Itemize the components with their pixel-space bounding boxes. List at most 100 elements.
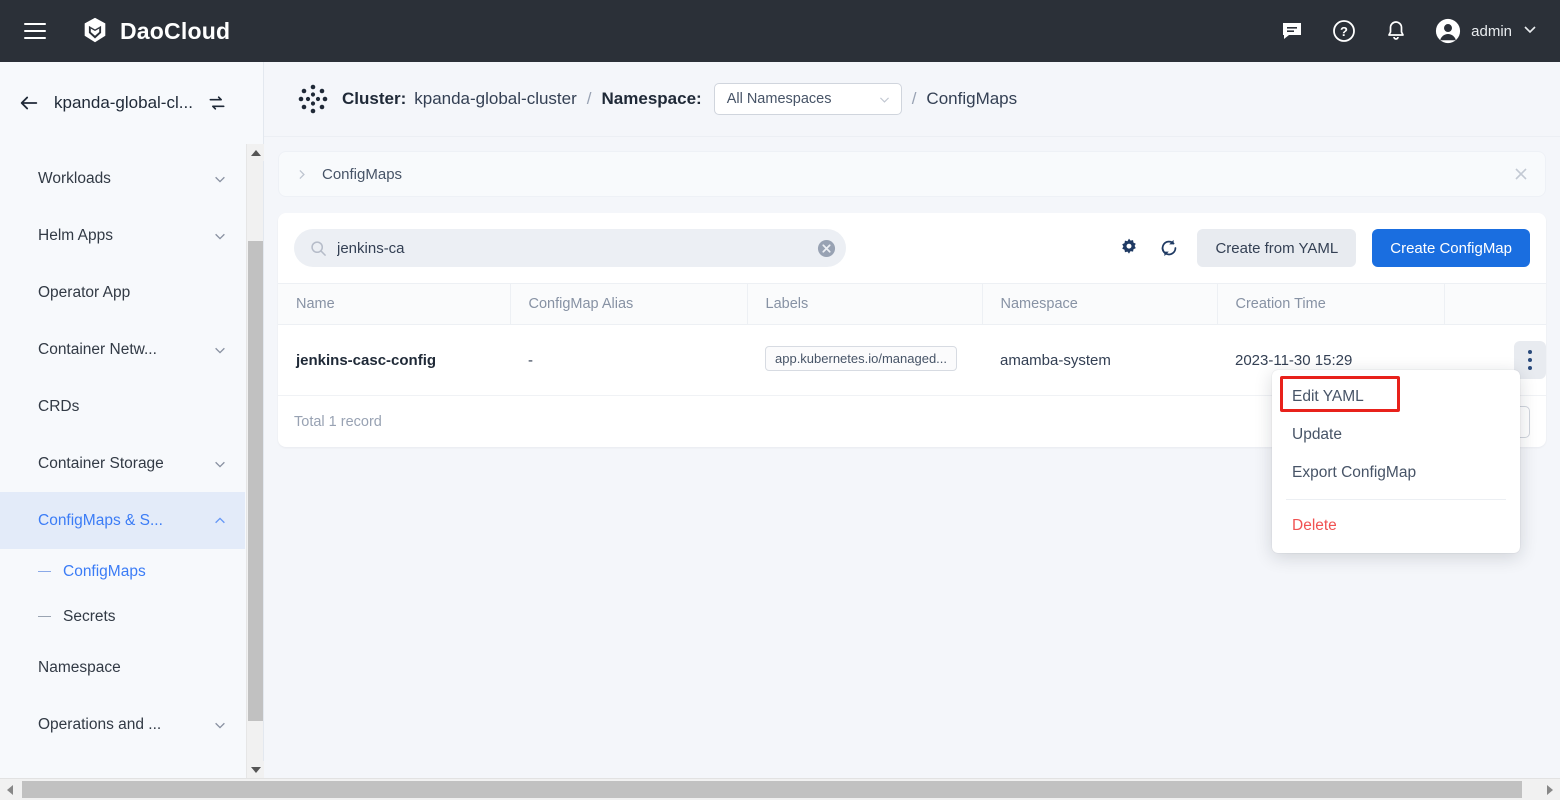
scrollbar-thumb[interactable]: [248, 241, 263, 721]
column-header-namespace[interactable]: Namespace: [982, 284, 1217, 325]
column-header-configmap-alias[interactable]: ConfigMap Alias: [510, 284, 747, 325]
configmaps-collapse-panel: ConfigMaps: [278, 151, 1546, 197]
sidebar-item-label: Container Storage: [38, 455, 213, 473]
toolbar-actions: Create from YAML Create ConfigMap: [1117, 229, 1530, 267]
user-name: admin: [1471, 23, 1512, 40]
chevron-down-icon[interactable]: [213, 343, 227, 357]
column-header-creation-time[interactable]: Creation Time: [1217, 284, 1444, 325]
sidebar-item-helm-apps[interactable]: Helm Apps: [0, 207, 245, 264]
gear-icon[interactable]: [1117, 236, 1141, 260]
dots-cluster-icon: [296, 82, 330, 116]
chat-icon[interactable]: [1279, 18, 1305, 44]
chevron-up-icon[interactable]: [213, 514, 227, 528]
create-from-yaml-button[interactable]: Create from YAML: [1197, 229, 1356, 267]
sidebar-item-container-storage[interactable]: Container Storage: [0, 435, 245, 492]
table-toolbar: Create from YAML Create ConfigMap: [278, 213, 1546, 283]
sidebar-subitem-label: Secrets: [63, 608, 116, 626]
scroll-left-button[interactable]: [0, 779, 20, 800]
daocloud-logo-icon: [80, 16, 110, 46]
table-header-row: Name ConfigMap Alias Labels Namespace Cr…: [278, 284, 1546, 325]
switch-cluster-icon[interactable]: [207, 93, 227, 113]
dash-icon: [38, 571, 51, 573]
sidebar: kpanda-global-cl... Workloads Helm Apps: [0, 62, 264, 778]
column-header-name[interactable]: Name: [278, 284, 510, 325]
cluster-name[interactable]: kpanda-global-cl...: [54, 93, 193, 113]
sidebar-subitem-label: ConfigMaps: [63, 563, 146, 581]
top-bar-actions: ? admin: [1279, 18, 1560, 44]
breadcrumb-cluster-label: Cluster:: [342, 89, 406, 109]
sidebar-item-label: Namespace: [38, 659, 227, 677]
cell-alias: -: [510, 325, 747, 396]
search-icon: [310, 240, 327, 257]
chevron-down-icon: [878, 93, 891, 106]
help-icon[interactable]: ?: [1331, 18, 1357, 44]
sidebar-scrollbar[interactable]: [246, 144, 263, 778]
sidebar-item-operations-and[interactable]: Operations and ...: [0, 696, 245, 753]
create-configmap-button[interactable]: Create ConfigMap: [1372, 229, 1530, 267]
breadcrumb-page: ConfigMaps: [926, 89, 1017, 109]
sidebar-item-workloads[interactable]: Workloads: [0, 150, 245, 207]
context-menu-divider: [1286, 499, 1506, 500]
hamburger-icon[interactable]: [18, 14, 52, 48]
refresh-icon[interactable]: [1157, 236, 1181, 260]
user-menu[interactable]: admin: [1435, 18, 1538, 44]
brand-name: DaoCloud: [120, 18, 230, 45]
search-input[interactable]: [337, 240, 807, 257]
scroll-right-button[interactable]: [1540, 779, 1560, 800]
namespace-select-value: All Namespaces: [727, 91, 832, 107]
sidebar-item-label: Workloads: [38, 170, 213, 188]
column-header-labels[interactable]: Labels: [747, 284, 982, 325]
main-area: Cluster: kpanda-global-cluster / Namespa…: [264, 62, 1560, 778]
horizontal-scrollbar[interactable]: [0, 778, 1560, 800]
sidebar-item-secrets[interactable]: Secrets: [0, 594, 245, 639]
configmaps-card: Create from YAML Create ConfigMap Name C…: [278, 213, 1546, 447]
sidebar-item-container-network[interactable]: Container Netw...: [0, 321, 245, 378]
cluster-header: kpanda-global-cl...: [0, 62, 263, 144]
clear-circle-icon[interactable]: [817, 239, 836, 258]
chevron-down-icon[interactable]: [213, 172, 227, 186]
context-menu-item-edit-yaml[interactable]: Edit YAML: [1272, 378, 1520, 416]
brand-logo[interactable]: DaoCloud: [80, 16, 230, 46]
sidebar-item-label: Container Netw...: [38, 341, 213, 359]
content-wrapper: ConfigMaps: [264, 137, 1560, 447]
namespace-select[interactable]: All Namespaces: [714, 83, 902, 115]
context-menu-item-delete[interactable]: Delete: [1272, 507, 1520, 545]
cell-labels: app.kubernetes.io/managed...: [747, 325, 982, 396]
sidebar-item-label: Helm Apps: [38, 227, 213, 245]
cell-name[interactable]: jenkins-casc-config: [278, 325, 510, 396]
breadcrumb-separator: /: [587, 89, 592, 109]
collapse-panel-title[interactable]: ConfigMaps: [322, 166, 402, 183]
sidebar-item-configmaps-and-secrets[interactable]: ConfigMaps & S...: [0, 492, 245, 549]
chevron-down-icon[interactable]: [213, 457, 227, 471]
context-menu-item-update[interactable]: Update: [1272, 416, 1520, 454]
context-menu-item-export-configmap[interactable]: Export ConfigMap: [1272, 454, 1520, 492]
sidebar-item-label: ConfigMaps & S...: [38, 512, 213, 530]
sidebar-item-crds[interactable]: CRDs: [0, 378, 245, 435]
scroll-down-button[interactable]: [247, 761, 264, 778]
column-header-actions: [1444, 284, 1546, 325]
sidebar-item-label: Operations and ...: [38, 716, 213, 734]
scrollbar-thumb-horizontal[interactable]: [22, 781, 1522, 798]
arrow-left-icon[interactable]: [18, 92, 40, 114]
chevron-down-icon[interactable]: [213, 718, 227, 732]
sidebar-item-label: CRDs: [38, 398, 227, 416]
bell-icon[interactable]: [1383, 18, 1409, 44]
chevron-right-icon[interactable]: [295, 168, 308, 181]
sidebar-item-namespace[interactable]: Namespace: [0, 639, 245, 696]
search-box[interactable]: [294, 229, 846, 267]
chevron-down-icon[interactable]: [213, 229, 227, 243]
total-records-text: Total 1 record: [294, 414, 382, 430]
close-icon[interactable]: [1511, 164, 1531, 184]
top-bar: DaoCloud ?: [0, 0, 1560, 62]
breadcrumb: Cluster: kpanda-global-cluster / Namespa…: [264, 62, 1560, 137]
breadcrumb-separator-2: /: [912, 89, 917, 109]
breadcrumb-cluster-value[interactable]: kpanda-global-cluster: [414, 89, 577, 109]
label-chip[interactable]: app.kubernetes.io/managed...: [765, 346, 957, 371]
breadcrumb-namespace-label: Namespace:: [602, 89, 702, 109]
sidebar-item-label: Operator App: [38, 284, 227, 302]
scroll-up-button[interactable]: [247, 144, 264, 161]
row-context-menu: Edit YAML Update Export ConfigMap Delete: [1272, 370, 1520, 553]
sidebar-item-operator-app[interactable]: Operator App: [0, 264, 245, 321]
chevron-down-icon[interactable]: [1522, 21, 1538, 42]
sidebar-item-configmaps[interactable]: ConfigMaps: [0, 549, 245, 594]
